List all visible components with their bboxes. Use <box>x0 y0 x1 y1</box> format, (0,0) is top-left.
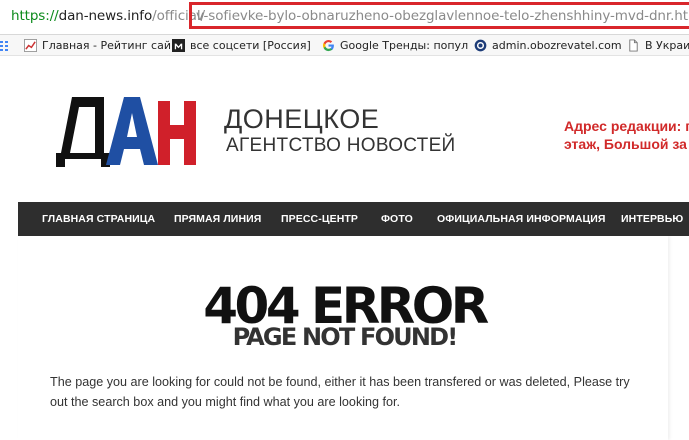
google-g-icon <box>322 40 334 52</box>
apps-grid-icon <box>0 40 8 51</box>
address-bar[interactable]: https://dan-news.info/official/ v-sofiev… <box>0 0 689 35</box>
bookmark-item[interactable]: admin.obozrevatel.com <box>474 38 622 53</box>
agency-name: ДОНЕЦКОЕ АГЕНТСТВО НОВОСТЕЙ <box>224 104 456 158</box>
nav-official-info[interactable]: ОФИЦИАЛЬНАЯ ИНФОРМАЦИЯ <box>437 213 606 225</box>
url-host: dan-news.info <box>58 8 153 24</box>
bookmark-item[interactable]: Главная - Рейтинг сай <box>24 38 171 53</box>
bookmark-label: Google Тренды: попул <box>340 39 469 52</box>
apps-button[interactable] <box>0 38 8 53</box>
bookmark-label: Главная - Рейтинг сай <box>42 39 171 52</box>
error-message: The page you are looking for could not b… <box>50 375 630 409</box>
m-favicon-icon <box>172 39 185 52</box>
editorial-address: Адрес редакции: г этаж, Большой за <box>564 117 689 153</box>
page-icon <box>629 39 638 52</box>
address-line1: Адрес редакции: г <box>564 118 689 134</box>
address-line2: этаж, Большой за <box>564 136 687 152</box>
bookmark-item[interactable]: Google Тренды: попул <box>322 38 468 53</box>
bookmark-item[interactable]: все соцсети [Россия] <box>172 38 311 53</box>
dan-logo[interactable] <box>54 93 200 167</box>
nav-interview[interactable]: ИНТЕРВЬЮ <box>621 213 683 225</box>
main-nav: ГЛАВНАЯ СТРАНИЦА ПРЯМАЯ ЛИНИЯ ПРЕСС-ЦЕНТ… <box>18 202 689 236</box>
nav-photo[interactable]: ФОТО <box>381 213 413 225</box>
bookmark-label: В Украин <box>645 39 689 52</box>
url-base: https://dan-news.info/official/ <box>11 8 205 24</box>
bookmark-label: все соцсети [Россия] <box>190 39 311 52</box>
url-slug: v-sofievke-bylo-obnaruzheno-obezglavlenn… <box>196 8 689 24</box>
bookmark-label: admin.obozrevatel.com <box>492 39 622 52</box>
chart-favicon-icon <box>24 39 37 52</box>
error-title: PAGE NOT FOUND! <box>232 323 459 351</box>
agency-name-line1: ДОНЕЦКОЕ <box>224 104 380 134</box>
url-scheme: https:// <box>11 8 59 24</box>
nav-press-center[interactable]: ПРЕСС-ЦЕНТР <box>281 213 358 225</box>
bookmark-item[interactable]: В Украин <box>627 38 689 53</box>
nav-hotline[interactable]: ПРЯМАЯ ЛИНИЯ <box>174 213 261 225</box>
nav-home[interactable]: ГЛАВНАЯ СТРАНИЦА <box>42 213 155 225</box>
obozrevatel-favicon-icon <box>474 39 487 52</box>
agency-name-line2: АГЕНТСТВО НОВОСТЕЙ <box>226 135 456 156</box>
bookmarks-bar: Главная - Рейтинг сай все соцсети [Росси… <box>0 35 689 56</box>
